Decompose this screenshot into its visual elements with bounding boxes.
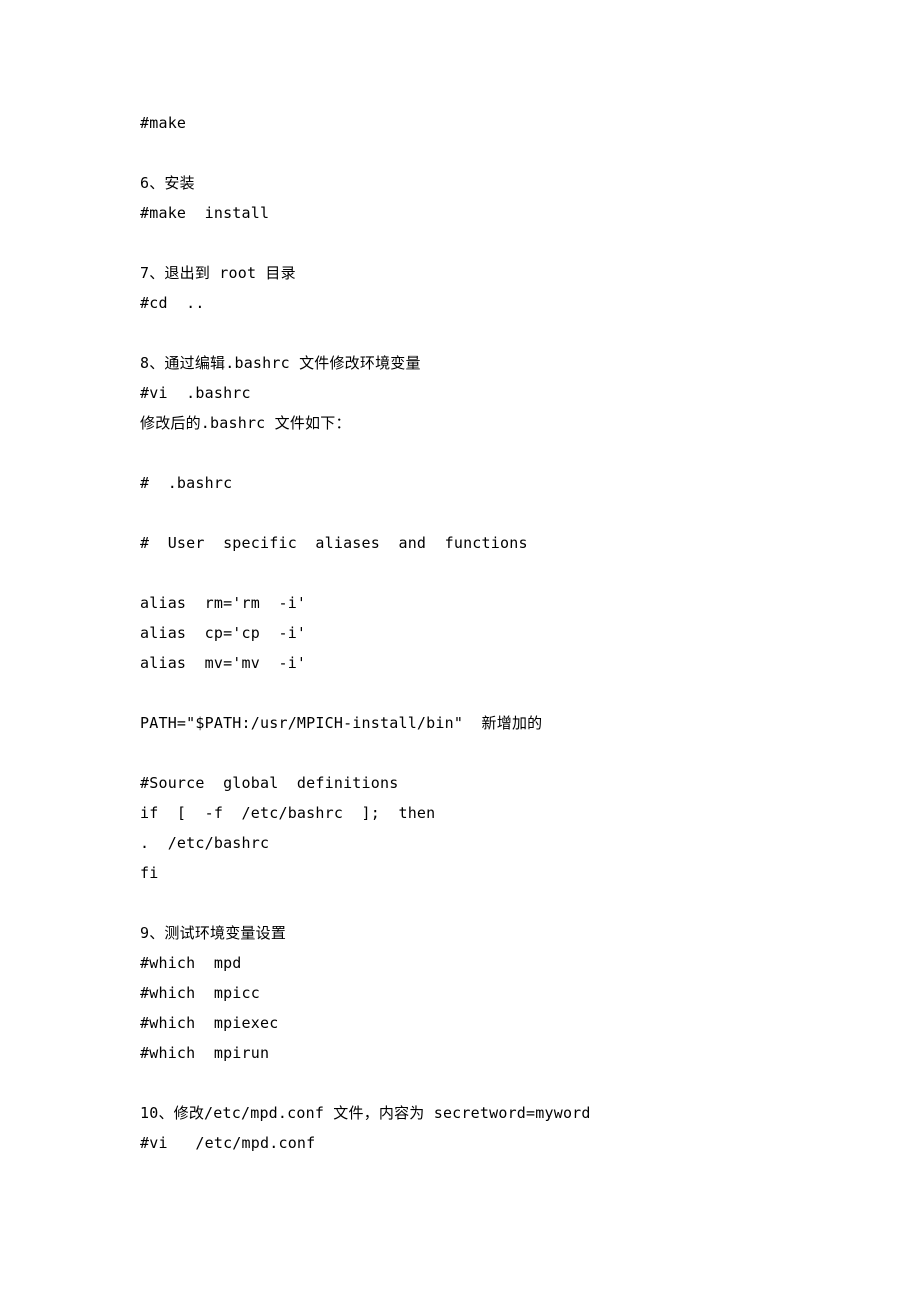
blank-line xyxy=(140,318,780,348)
text-line: #which mpd xyxy=(140,948,780,978)
text-line: #which mpiexec xyxy=(140,1008,780,1038)
blank-line xyxy=(140,558,780,588)
text-line: #make xyxy=(140,108,780,138)
text-line: #cd .. xyxy=(140,288,780,318)
text-line: #which mpicc xyxy=(140,978,780,1008)
text-line: 6、安装 xyxy=(140,168,780,198)
blank-line xyxy=(140,438,780,468)
document-content: #make 6、安装#make install 7、退出到 root 目录#cd .… xyxy=(0,0,920,1238)
text-line: fi xyxy=(140,858,780,888)
text-line: 10、修改/etc/mpd.conf 文件，内容为 secretword=myw… xyxy=(140,1098,780,1128)
blank-line xyxy=(140,888,780,918)
blank-line xyxy=(140,138,780,168)
blank-line xyxy=(140,738,780,768)
text-line: 8、通过编辑.bashrc 文件修改环境变量 xyxy=(140,348,780,378)
text-line: 修改后的.bashrc 文件如下： xyxy=(140,408,780,438)
text-line: #vi .bashrc xyxy=(140,378,780,408)
text-body: #make 6、安装#make install 7、退出到 root 目录#cd .… xyxy=(140,108,780,1158)
text-line: alias cp='cp -i' xyxy=(140,618,780,648)
text-line: if [ -f /etc/bashrc ]; then xyxy=(140,798,780,828)
blank-line xyxy=(140,228,780,258)
blank-line xyxy=(140,678,780,708)
text-line: # .bashrc xyxy=(140,468,780,498)
text-line: #make install xyxy=(140,198,780,228)
text-line: #vi /etc/mpd.conf xyxy=(140,1128,780,1158)
text-line: # User specific aliases and functions xyxy=(140,528,780,558)
text-line: alias rm='rm -i' xyxy=(140,588,780,618)
text-line: PATH="$PATH:/usr/MPICH-install/bin" 新增加的 xyxy=(140,708,780,738)
text-line: 9、测试环境变量设置 xyxy=(140,918,780,948)
text-line: alias mv='mv -i' xyxy=(140,648,780,678)
blank-line xyxy=(140,1068,780,1098)
text-line: #Source global definitions xyxy=(140,768,780,798)
text-line: . /etc/bashrc xyxy=(140,828,780,858)
text-line: 7、退出到 root 目录 xyxy=(140,258,780,288)
blank-line xyxy=(140,498,780,528)
text-line: #which mpirun xyxy=(140,1038,780,1068)
